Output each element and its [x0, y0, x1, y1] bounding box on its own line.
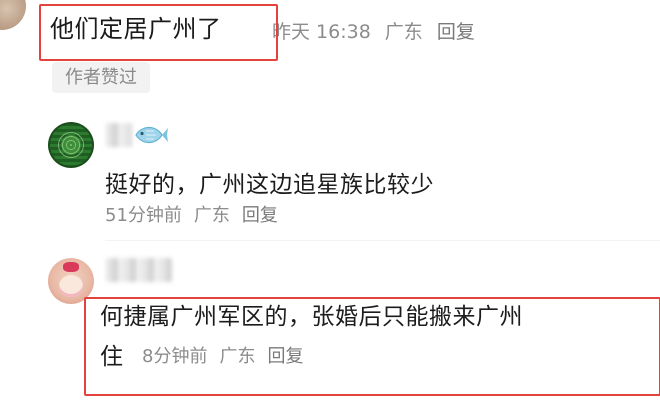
main-comment-text: 他们定居广州了: [50, 15, 222, 43]
reply-2-text-line2: 住: [100, 344, 124, 370]
reply-1-text: 挺好的，广州这边追星族比较少: [105, 172, 434, 198]
avatar-top[interactable]: [0, 0, 26, 30]
reply-2-location: 广东: [219, 346, 256, 367]
reply-2-time: 8分钟前: [142, 346, 208, 367]
reply-1-reply-button[interactable]: 回复: [242, 205, 278, 226]
main-comment-time: 昨天 16:38: [272, 21, 371, 43]
reply-1-meta: 51分钟前 广东 回复: [105, 202, 290, 230]
reply-1-avatar[interactable]: [48, 122, 94, 168]
reply-2-avatar[interactable]: [48, 258, 94, 304]
fish-icon: [135, 126, 168, 144]
main-comment-meta: 昨天 16:38 广东 回复: [272, 18, 489, 46]
main-comment-reply-button[interactable]: 回复: [437, 21, 475, 43]
reply-1-time: 51分钟前: [105, 205, 182, 226]
reply-1-username-blurred[interactable]: [106, 123, 132, 147]
reply-1-location: 广东: [193, 205, 230, 226]
divider: [105, 240, 660, 241]
reply-2-username-blurred[interactable]: [106, 258, 172, 282]
author-liked-badge: 作者赞过: [52, 62, 150, 93]
reply-2-reply-button[interactable]: 回复: [267, 346, 303, 367]
reply-2-text-line1: 何捷属广州军区的，张婚后只能搬来广州: [100, 304, 523, 330]
reply-2-meta: 8分钟前 广东 回复: [142, 343, 315, 371]
main-comment-location: 广东: [384, 21, 423, 43]
